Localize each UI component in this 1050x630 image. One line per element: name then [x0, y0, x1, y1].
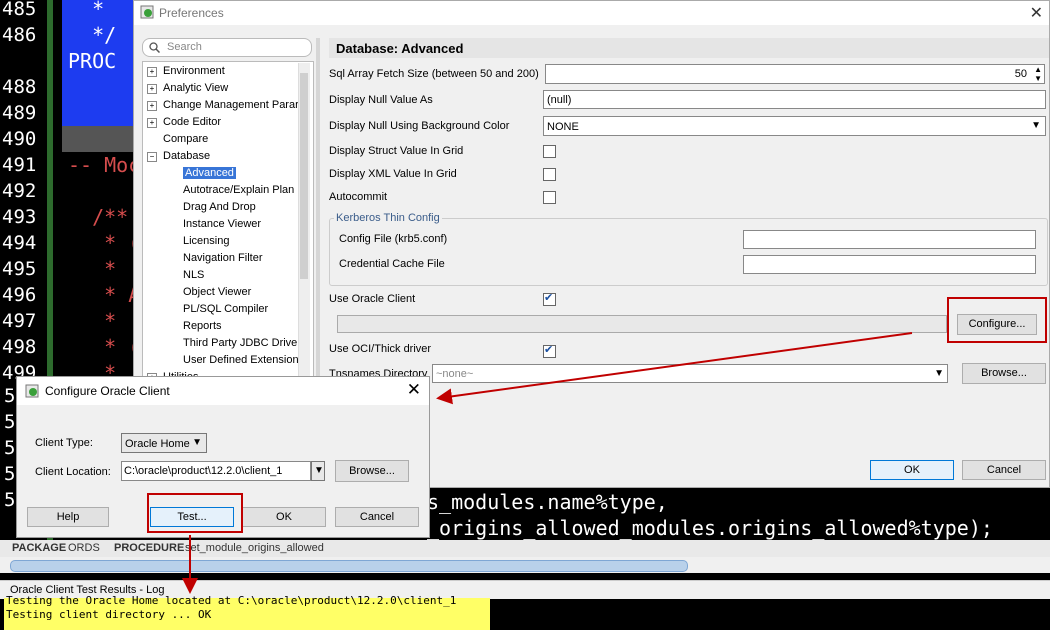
annotation-arrows — [182, 332, 913, 594]
annotation-arrow — [436, 332, 913, 405]
